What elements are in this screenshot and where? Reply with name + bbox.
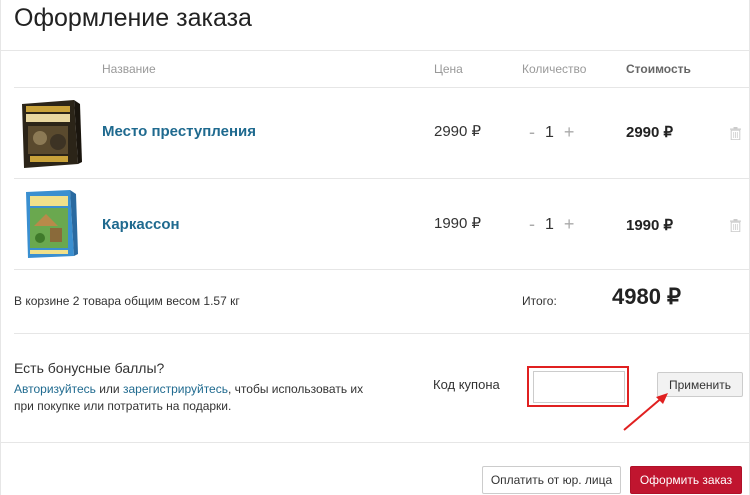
divider — [0, 50, 750, 51]
quantity-stepper: - 1 + — [529, 214, 574, 235]
header-name: Название — [102, 62, 156, 76]
product-link[interactable]: Каркассон — [102, 216, 180, 233]
register-link[interactable]: зарегистрируйтесь — [123, 382, 228, 396]
trash-icon[interactable] — [730, 127, 741, 140]
quantity-value: 1 — [545, 215, 554, 233]
place-order-button[interactable]: Оформить заказ — [630, 466, 742, 494]
product-link[interactable]: Место преступления — [102, 123, 256, 140]
cart-summary: В корзине 2 товара общим весом 1.57 кг — [14, 294, 240, 308]
increase-quantity-button[interactable]: + — [564, 122, 575, 143]
trash-icon[interactable] — [730, 219, 741, 232]
total-label: Итого: — [522, 294, 557, 308]
divider — [14, 333, 749, 334]
table-row: Каркассон 1990 ₽ - 1 + 1990 ₽ — [14, 179, 749, 269]
quantity-value: 1 — [545, 123, 554, 141]
page-title: Оформление заказа — [14, 4, 252, 32]
login-link[interactable]: Авторизуйтесь — [14, 382, 96, 396]
coupon-label: Код купона — [433, 377, 500, 392]
total-value: 4980 ₽ — [612, 284, 682, 309]
pay-as-legal-entity-button[interactable]: Оплатить от юр. лица — [482, 466, 621, 494]
bonus-question: Есть бонусные баллы? — [14, 360, 165, 376]
product-price: 2990 ₽ — [434, 123, 482, 140]
table-row: Место преступления 2990 ₽ - 1 + 2990 ₽ — [14, 88, 749, 178]
coupon-input[interactable] — [533, 371, 625, 403]
header-quantity: Количество — [522, 62, 587, 76]
bonus-description: Авторизуйтесь или зарегистрируйтесь, что… — [14, 381, 374, 415]
arrow-annotation-icon — [623, 393, 668, 431]
product-image-karkasson[interactable] — [22, 188, 78, 260]
header-cost: Стоимость — [626, 62, 691, 76]
header-price: Цена — [434, 62, 463, 76]
quantity-stepper: - 1 + — [529, 122, 574, 143]
decrease-quantity-button[interactable]: - — [529, 122, 535, 143]
decrease-quantity-button[interactable]: - — [529, 214, 535, 235]
product-cost: 1990 ₽ — [626, 217, 674, 234]
bonus-or-text: или — [95, 382, 123, 396]
product-image-mesto-prestupleniya[interactable] — [16, 98, 82, 170]
divider — [0, 442, 750, 443]
product-price: 1990 ₽ — [434, 215, 482, 232]
increase-quantity-button[interactable]: + — [564, 214, 575, 235]
divider — [14, 269, 749, 270]
product-cost: 2990 ₽ — [626, 124, 674, 141]
